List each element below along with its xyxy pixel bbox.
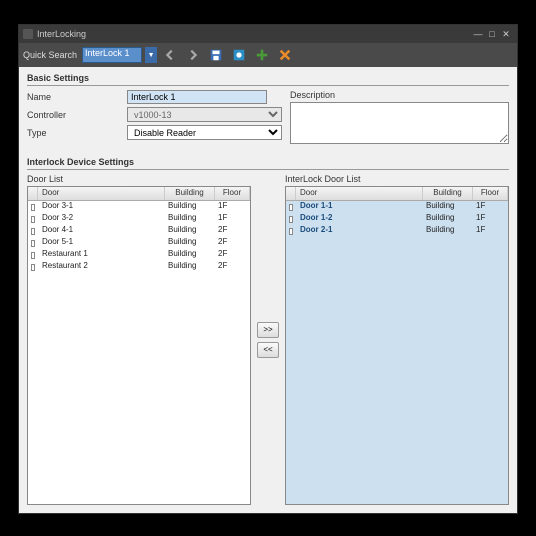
cell-building: Building <box>165 225 215 237</box>
cell-building: Building <box>165 261 215 273</box>
row-checkbox[interactable] <box>31 240 35 247</box>
cell-building: Building <box>165 237 215 249</box>
col-door[interactable]: Door <box>38 187 165 200</box>
cell-door: Door 1-2 <box>296 213 423 225</box>
quick-search-dropdown-icon[interactable]: ▼ <box>145 47 157 63</box>
name-input[interactable] <box>127 90 267 104</box>
controller-select[interactable]: v1000-13 <box>127 107 282 122</box>
delete-button[interactable] <box>275 46 295 64</box>
controller-label: Controller <box>27 110 127 120</box>
cell-door: Door 4-1 <box>38 225 165 237</box>
cell-floor: 1F <box>473 201 508 213</box>
device-settings-title: Interlock Device Settings <box>27 155 509 170</box>
titlebar: InterLocking — □ ✕ <box>19 25 517 43</box>
add-button[interactable] <box>252 46 272 64</box>
name-label: Name <box>27 92 127 102</box>
transfer-remove-button[interactable]: << <box>257 342 279 358</box>
row-checkbox[interactable] <box>31 264 35 271</box>
cell-floor: 2F <box>215 249 250 261</box>
quick-search-label: Quick Search <box>23 50 77 60</box>
table-row[interactable]: Door 4-1Building2F <box>28 225 250 237</box>
app-window: InterLocking — □ ✕ Quick Search InterLoc… <box>18 24 518 514</box>
cell-door: Door 3-1 <box>38 201 165 213</box>
col-door[interactable]: Door <box>296 187 423 200</box>
description-label: Description <box>290 90 509 100</box>
type-select[interactable]: Disable Reader <box>127 125 282 140</box>
minimize-button[interactable]: — <box>471 28 485 40</box>
table-row[interactable]: Restaurant 2Building2F <box>28 261 250 273</box>
interlock-door-list-title: InterLock Door List <box>285 174 509 184</box>
transfer-add-button[interactable]: >> <box>257 322 279 338</box>
nav-back-button[interactable] <box>160 46 180 64</box>
interlock-door-list-table: Door Building Floor Door 1-1Building1FDo… <box>285 186 509 505</box>
cell-door: Door 3-2 <box>38 213 165 225</box>
col-floor[interactable]: Floor <box>215 187 250 200</box>
nav-forward-button[interactable] <box>183 46 203 64</box>
basic-settings-title: Basic Settings <box>27 71 509 86</box>
table-row[interactable]: Door 1-1Building1F <box>286 201 508 213</box>
door-list-header: Door Building Floor <box>28 187 250 201</box>
close-button[interactable]: ✕ <box>499 28 513 40</box>
interlock-list-header: Door Building Floor <box>286 187 508 201</box>
maximize-button[interactable]: □ <box>485 28 499 40</box>
cell-floor: 1F <box>215 213 250 225</box>
description-input[interactable] <box>290 102 509 144</box>
table-row[interactable]: Door 3-2Building1F <box>28 213 250 225</box>
row-checkbox[interactable] <box>289 228 293 235</box>
col-building[interactable]: Building <box>165 187 215 200</box>
table-row[interactable]: Restaurant 1Building2F <box>28 249 250 261</box>
save-button[interactable] <box>206 46 226 64</box>
cell-building: Building <box>165 213 215 225</box>
col-floor[interactable]: Floor <box>473 187 508 200</box>
cell-floor: 1F <box>473 213 508 225</box>
table-row[interactable]: Door 3-1Building1F <box>28 201 250 213</box>
cell-door: Restaurant 2 <box>38 261 165 273</box>
col-building[interactable]: Building <box>423 187 473 200</box>
type-label: Type <box>27 128 127 138</box>
row-checkbox[interactable] <box>31 216 35 223</box>
content-area: Basic Settings Name Controller v1000-13 … <box>19 67 517 513</box>
door-list-title: Door List <box>27 174 251 184</box>
cell-door: Door 1-1 <box>296 201 423 213</box>
cell-door: Door 2-1 <box>296 225 423 237</box>
settings-button[interactable] <box>229 46 249 64</box>
cell-floor: 1F <box>473 225 508 237</box>
cell-floor: 1F <box>215 201 250 213</box>
cell-building: Building <box>165 201 215 213</box>
cell-floor: 2F <box>215 237 250 249</box>
cell-building: Building <box>165 249 215 261</box>
row-checkbox[interactable] <box>289 216 293 223</box>
door-list-table: Door Building Floor Door 3-1Building1FDo… <box>27 186 251 505</box>
table-row[interactable]: Door 5-1Building2F <box>28 237 250 249</box>
cell-door: Door 5-1 <box>38 237 165 249</box>
quick-search-select[interactable]: InterLock 1 <box>82 47 142 63</box>
cell-building: Building <box>423 225 473 237</box>
cell-door: Restaurant 1 <box>38 249 165 261</box>
window-title: InterLocking <box>37 29 86 39</box>
row-checkbox[interactable] <box>31 204 35 211</box>
table-row[interactable]: Door 1-2Building1F <box>286 213 508 225</box>
row-checkbox[interactable] <box>289 204 293 211</box>
row-checkbox[interactable] <box>31 228 35 235</box>
toolbar: Quick Search InterLock 1 ▼ <box>19 43 517 67</box>
row-checkbox[interactable] <box>31 252 35 259</box>
cell-floor: 2F <box>215 225 250 237</box>
cell-floor: 2F <box>215 261 250 273</box>
app-icon <box>23 29 33 39</box>
cell-building: Building <box>423 201 473 213</box>
table-row[interactable]: Door 2-1Building1F <box>286 225 508 237</box>
cell-building: Building <box>423 213 473 225</box>
